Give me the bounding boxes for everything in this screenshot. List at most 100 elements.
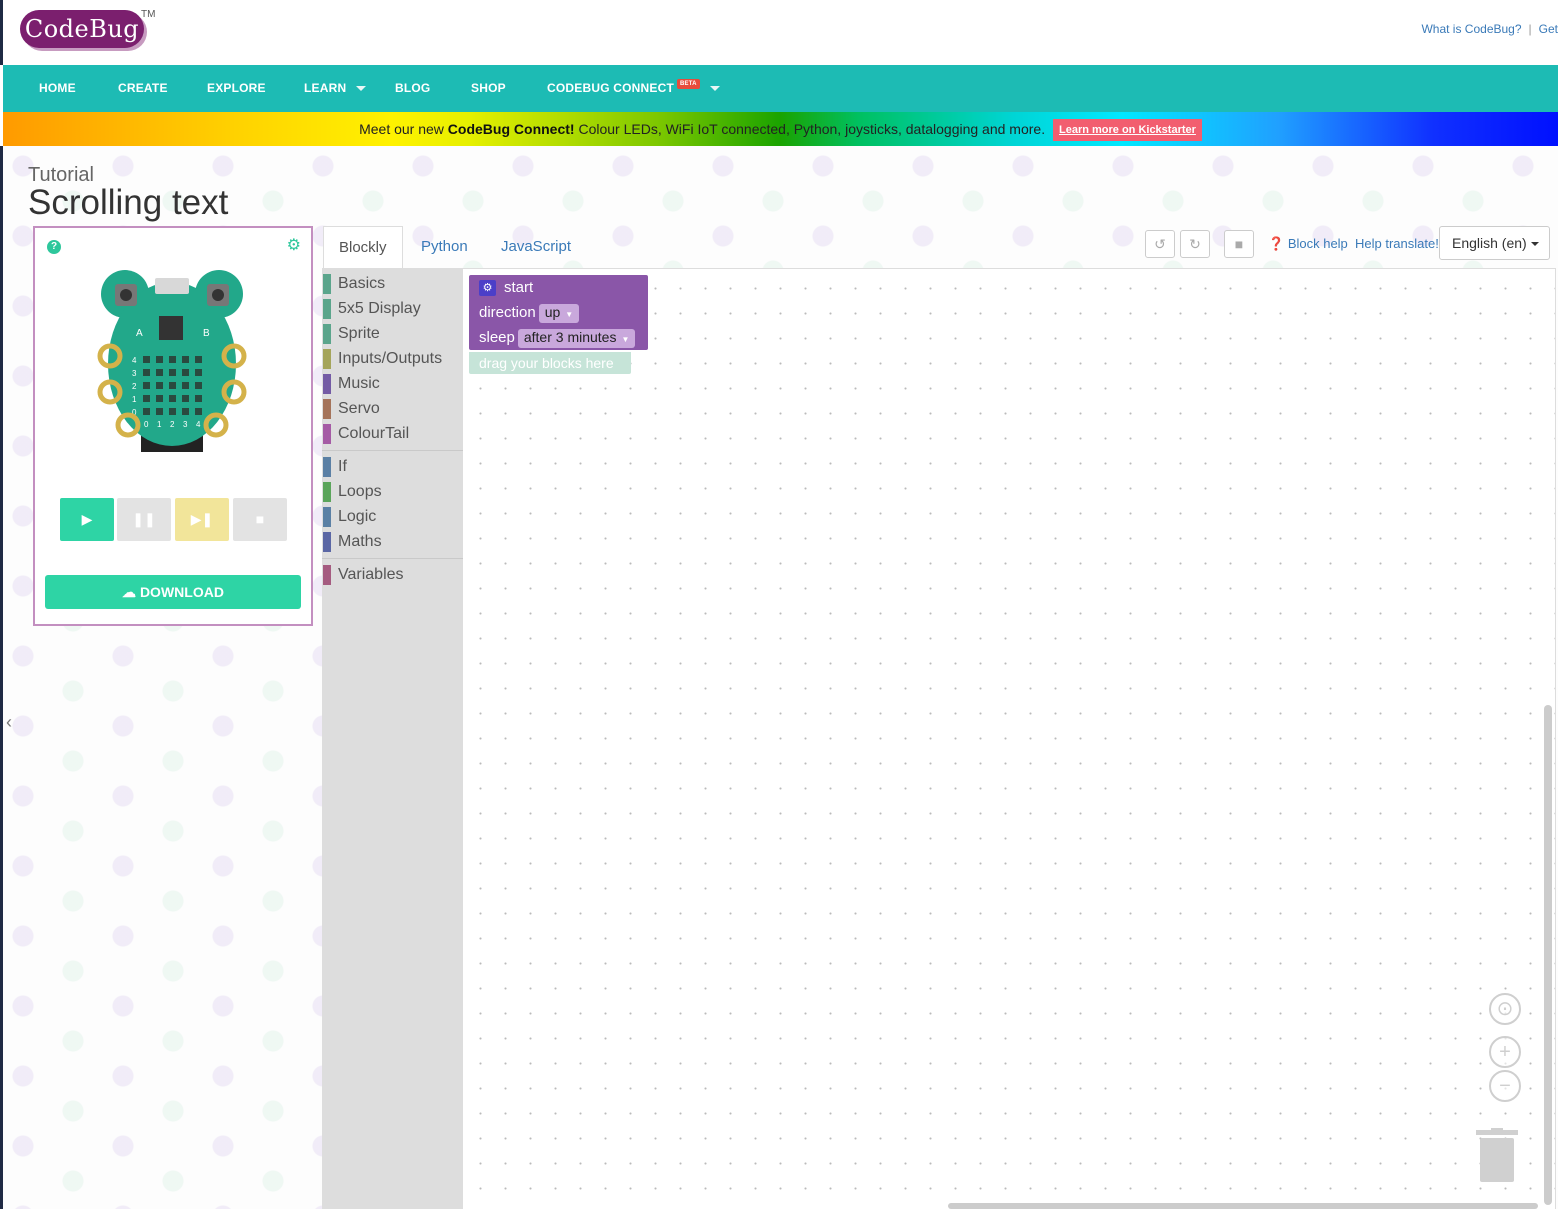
toolbox-category[interactable]: Inputs/Outputs	[322, 348, 463, 370]
direction-label: direction	[479, 304, 536, 321]
sleep-dropdown[interactable]: after 3 minutes ▼	[517, 329, 636, 348]
category-color-swatch	[323, 274, 331, 294]
help-icon[interactable]: ?	[47, 240, 61, 254]
chevron-down-icon	[1530, 242, 1539, 247]
kickstarter-button[interactable]: Learn more on Kickstarter	[1052, 119, 1202, 142]
col-label: 2	[170, 420, 175, 429]
toolbox-category[interactable]: Logic	[322, 506, 463, 528]
nav-codebug-connect-label: CODEBUG CONNECT	[547, 81, 675, 95]
help-translate-link[interactable]: Help translate!	[1355, 236, 1439, 251]
sleep-value: after 3 minutes	[523, 329, 617, 345]
row-label: 2	[132, 382, 137, 391]
category-color-swatch	[323, 565, 331, 585]
tab-blockly[interactable]: Blockly	[323, 226, 403, 268]
category-label: Maths	[338, 533, 382, 550]
horizontal-scrollbar[interactable]	[948, 1203, 1538, 1209]
start-block-title: start	[504, 279, 534, 296]
toolbox-category[interactable]: Maths	[322, 531, 463, 553]
trash-icon[interactable]	[1476, 1128, 1518, 1184]
download-label: DOWNLOAD	[139, 584, 224, 600]
nav-shop[interactable]: SHOP	[471, 65, 506, 112]
category-color-swatch	[323, 349, 331, 369]
undo-button[interactable]: ↺	[1145, 230, 1175, 258]
toolbox-category[interactable]: Loops	[322, 481, 463, 503]
toolbox-category[interactable]: Music	[322, 373, 463, 395]
tab-javascript[interactable]: JavaScript	[486, 226, 586, 268]
button-b-label: B	[203, 328, 210, 339]
direction-dropdown[interactable]: up ▼	[538, 304, 580, 323]
category-label: Sprite	[338, 325, 380, 342]
category-label: Music	[338, 375, 380, 392]
cloud-download-icon: ☁	[122, 584, 140, 600]
what-is-codebug-link[interactable]: What is CodeBug?	[1421, 22, 1521, 36]
category-label: If	[338, 458, 347, 475]
category-color-swatch	[323, 482, 331, 502]
step-button[interactable]: ▶❚	[175, 498, 229, 541]
nav-blog[interactable]: BLOG	[395, 65, 430, 112]
zoom-in-icon[interactable]: +	[1489, 1036, 1521, 1068]
category-color-swatch	[323, 299, 331, 319]
category-color-swatch	[323, 324, 331, 344]
play-button[interactable]: ▶	[60, 498, 114, 541]
nav-home[interactable]: HOME	[39, 65, 76, 112]
banner-highlight: CodeBug Connect!	[447, 121, 575, 137]
vertical-scrollbar[interactable]	[1544, 705, 1552, 1205]
col-label: 4	[196, 420, 201, 429]
gear-icon[interactable]: ⚙	[287, 238, 301, 254]
stop-button[interactable]: ■	[233, 498, 287, 541]
banner-text-before: Meet our new	[359, 121, 448, 137]
toolbox-category[interactable]: Sprite	[322, 323, 463, 345]
collapse-sidebar-icon[interactable]: ‹	[6, 712, 12, 733]
direction-value: up	[544, 304, 561, 320]
category-label: ColourTail	[338, 425, 410, 442]
col-label: 3	[183, 420, 188, 429]
gear-icon[interactable]: ⚙	[479, 280, 496, 297]
category-label: Servo	[338, 400, 380, 417]
simulator-panel: ? ⚙ A B 4 3 2 1 0 0 1 2 3 4 ▶ ❚❚ ▶❚ ■ ☁ …	[33, 226, 313, 626]
toolbox-category[interactable]: If	[322, 456, 463, 478]
link-separator: |	[1528, 22, 1532, 36]
toolbox-category[interactable]: Basics	[322, 273, 463, 295]
get-link[interactable]: Get	[1539, 22, 1558, 36]
nav-explore[interactable]: EXPLORE	[207, 65, 266, 112]
blockly-workspace[interactable]	[463, 268, 1556, 1209]
download-button[interactable]: ☁ DOWNLOAD	[45, 575, 301, 609]
codebug-logo[interactable]: CodeBug	[20, 10, 144, 48]
col-label: 0	[144, 420, 149, 429]
start-block[interactable]: ⚙ start direction up ▼ sleep after 3 minutes…	[469, 275, 648, 350]
recenter-icon[interactable]: ⊙	[1489, 993, 1521, 1025]
promo-banner: Meet our new CodeBug Connect! Colour LED…	[3, 112, 1558, 146]
block-help-link[interactable]: ❓ Block help	[1268, 236, 1348, 252]
toolbox-category[interactable]: 5x5 Display	[322, 298, 463, 320]
category-color-swatch	[323, 374, 331, 394]
trademark: TM	[141, 9, 156, 20]
page-title: Scrolling text	[28, 183, 229, 222]
drag-blocks-hint: drag your blocks here	[469, 352, 631, 374]
nav-learn[interactable]: LEARN	[304, 65, 367, 112]
row-label: 3	[132, 369, 137, 378]
sleep-row: sleep after 3 minutes ▼	[479, 329, 636, 348]
language-label: English (en)	[1452, 235, 1527, 251]
category-label: 5x5 Display	[338, 300, 421, 317]
tab-python[interactable]: Python	[406, 226, 483, 268]
delete-button[interactable]: ■	[1224, 230, 1254, 258]
toolbox-category[interactable]: Variables	[322, 564, 463, 586]
category-label: Loops	[338, 483, 382, 500]
redo-button[interactable]: ↻	[1180, 230, 1210, 258]
category-color-swatch	[323, 457, 331, 477]
nav-codebug-connect[interactable]: CODEBUG CONNECT BETA	[547, 65, 720, 112]
toolbox-category[interactable]: Servo	[322, 398, 463, 420]
language-select[interactable]: English (en)	[1439, 226, 1550, 260]
dropdown-arrow-icon: ▼	[565, 310, 574, 319]
site-header: CodeBug TM What is CodeBug? | Get	[0, 0, 1558, 65]
pause-button[interactable]: ❚❚	[117, 498, 171, 541]
beta-badge: BETA	[677, 79, 700, 89]
simulator-controls: ▶ ❚❚ ▶❚ ■	[60, 498, 290, 541]
question-circle-icon: ❓	[1268, 236, 1288, 251]
editor-tabs: Blockly Python JavaScript ↺ ↻ ■ ❓ Block …	[322, 226, 1556, 268]
zoom-out-icon[interactable]: −	[1489, 1070, 1521, 1102]
category-color-swatch	[323, 399, 331, 419]
start-block-header: ⚙ start	[479, 279, 534, 297]
nav-create[interactable]: CREATE	[118, 65, 168, 112]
toolbox-category[interactable]: ColourTail	[322, 423, 463, 445]
